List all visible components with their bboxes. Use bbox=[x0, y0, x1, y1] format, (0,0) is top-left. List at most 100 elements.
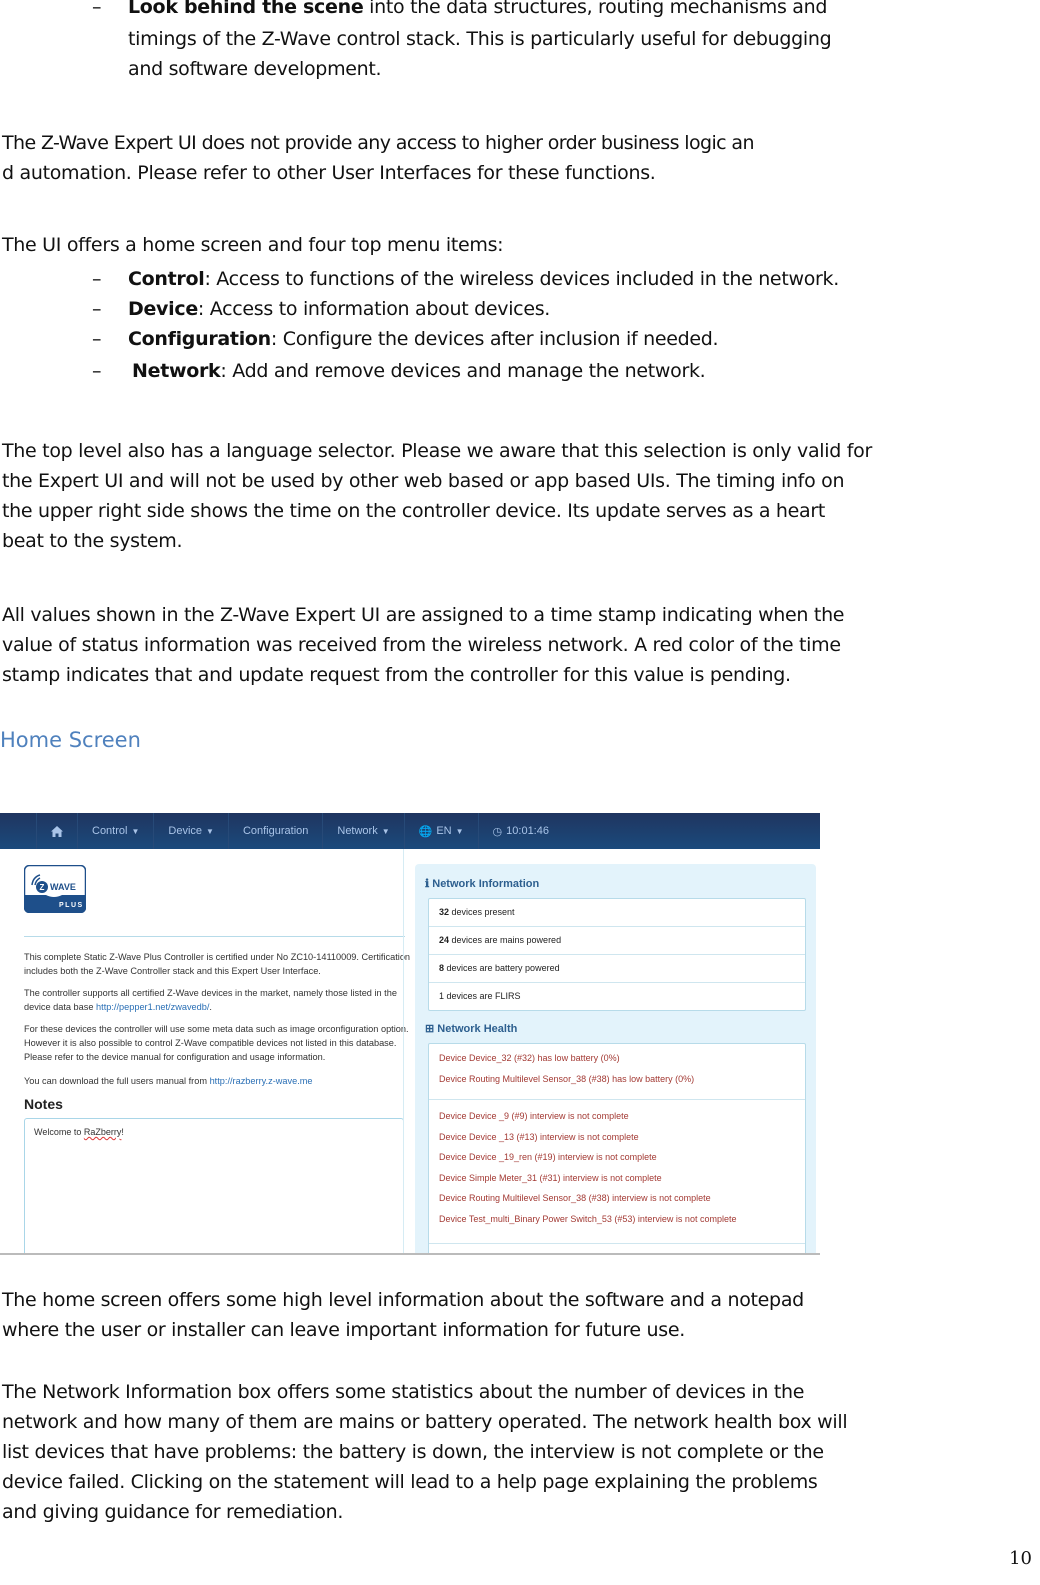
paragraph-line: stamp indicates that and update request … bbox=[2, 664, 791, 686]
paragraph-line: device failed. Clicking on the statement… bbox=[2, 1471, 818, 1493]
count: 24 bbox=[439, 935, 450, 945]
bullet-look-behind: Look behind the scene into the data stru… bbox=[128, 0, 827, 22]
text: : Add and remove devices and manage the … bbox=[220, 360, 706, 382]
page-number: 10 bbox=[1009, 1548, 1032, 1569]
certification-text: This complete Static Z-Wave Plus Control… bbox=[24, 952, 411, 976]
paragraph-line: beat to the system. bbox=[2, 530, 183, 552]
bold-term: Configuration bbox=[128, 328, 271, 350]
misspelled-word: RaZberry bbox=[83, 1127, 122, 1137]
nav-label: Control bbox=[92, 825, 128, 837]
list-item[interactable]: 32 devices present bbox=[429, 899, 805, 927]
health-item[interactable]: Device Simple Meter_31 (#31) interview i… bbox=[429, 1168, 805, 1189]
nav-label: Network bbox=[337, 825, 378, 837]
heading-text: Network Information bbox=[432, 878, 540, 890]
paragraph-line: the Expert UI and will not be used by ot… bbox=[2, 470, 845, 492]
bullet-dash: – bbox=[92, 268, 102, 290]
svg-text:PLUS: PLUS bbox=[59, 902, 84, 909]
paragraph-line: and giving guidance for remediation. bbox=[2, 1501, 344, 1523]
zwavedb-link[interactable]: http://pepper1.net/zwavedb/ bbox=[96, 1002, 209, 1012]
manual-link[interactable]: http://razberry.z-wave.me bbox=[210, 1076, 313, 1086]
network-health-heading[interactable]: ⊞ Network Health bbox=[425, 1022, 517, 1035]
notes-textarea[interactable]: Welcome to RaZberry! bbox=[24, 1118, 404, 1253]
bold-term: Network bbox=[132, 360, 221, 382]
nav-device[interactable]: Device ▼ bbox=[154, 813, 229, 849]
text: : Configure the devices after inclusion … bbox=[270, 328, 719, 350]
list-item[interactable]: 1 devices are FLIRS bbox=[429, 983, 805, 1010]
text: : Access to functions of the wireless de… bbox=[204, 268, 839, 290]
health-item[interactable]: Device Device _9 (#9) interview is not c… bbox=[429, 1106, 805, 1127]
text: devices present bbox=[449, 907, 515, 917]
manual-text: You can download the full users manual f… bbox=[24, 1074, 414, 1088]
bullet-line: and software development. bbox=[128, 58, 382, 80]
paragraph-line: All values shown in the Z-Wave Expert UI… bbox=[2, 604, 845, 626]
text: You can download the full users manual f… bbox=[24, 1076, 210, 1086]
svg-text:Z: Z bbox=[40, 883, 45, 892]
health-item[interactable]: Device Device_32 (#32) has low battery (… bbox=[429, 1048, 805, 1069]
bullet-line: timings of the Z-Wave control stack. Thi… bbox=[128, 28, 832, 50]
bullet-control: Control: Access to functions of the wire… bbox=[128, 264, 839, 294]
list-item[interactable]: 8 devices are battery powered bbox=[429, 955, 805, 983]
text: into the data structures, routing mechan… bbox=[363, 0, 828, 18]
home-icon bbox=[51, 825, 63, 837]
nav-label: EN bbox=[436, 825, 452, 837]
text: ! bbox=[121, 1127, 124, 1137]
divider bbox=[429, 1229, 805, 1244]
health-item[interactable]: Device Device _19_ren (#19) interview is… bbox=[429, 1147, 805, 1168]
bullet-device: Device: Access to information about devi… bbox=[128, 294, 550, 324]
paragraph-line: The top level also has a language select… bbox=[2, 440, 872, 462]
bullet-network: Network: Add and remove devices and mana… bbox=[132, 356, 706, 386]
notes-heading: Notes bbox=[24, 1096, 63, 1112]
network-information-heading: ℹ Network Information bbox=[425, 877, 539, 890]
nav-configuration[interactable]: Configuration bbox=[229, 813, 324, 849]
nav-home[interactable] bbox=[36, 813, 78, 849]
health-item[interactable]: Device Device _13 (#13) interview is not… bbox=[429, 1127, 805, 1148]
list-item[interactable]: 24 devices are mains powered bbox=[429, 927, 805, 955]
empty-row bbox=[429, 1250, 805, 1253]
paragraph-line: list devices that have problems: the bat… bbox=[2, 1441, 824, 1463]
network-health-list: Device Device_32 (#32) has low battery (… bbox=[428, 1043, 806, 1253]
text: devices are mains powered bbox=[449, 935, 562, 945]
text: . bbox=[209, 1002, 212, 1012]
text: devices are battery powered bbox=[444, 963, 560, 973]
supported-devices-text: The controller supports all certified Z-… bbox=[24, 986, 414, 1014]
paragraph-line: network and how many of them are mains o… bbox=[2, 1411, 848, 1433]
divider bbox=[429, 1089, 805, 1100]
bullet-dash: – bbox=[92, 328, 102, 350]
zwave-plus-logo: Z WAVE PLUS bbox=[24, 865, 86, 913]
bullet-dash: – bbox=[92, 0, 102, 18]
health-item[interactable]: Device Routing Multilevel Sensor_38 (#38… bbox=[429, 1188, 805, 1209]
info-panel: ℹ Network Information 32 devices present… bbox=[415, 864, 816, 1253]
paragraph-line: the upper right side shows the time on t… bbox=[2, 500, 826, 522]
bold-term: Device bbox=[128, 298, 198, 320]
caret-down-icon: ▼ bbox=[131, 826, 140, 836]
caret-down-icon: ▼ bbox=[206, 826, 214, 836]
nav-label: Device bbox=[168, 825, 203, 837]
text: : Access to information about devices. bbox=[197, 298, 551, 320]
caret-down-icon: ▼ bbox=[455, 826, 464, 836]
nav-control[interactable]: Control ▼ bbox=[78, 813, 155, 849]
network-information-list: 32 devices present 24 devices are mains … bbox=[428, 898, 806, 1011]
clock-icon: ◷ bbox=[492, 825, 503, 838]
globe-icon: 🌐 bbox=[418, 825, 433, 838]
nav-label: Configuration bbox=[242, 825, 309, 837]
controller-time: 10:01:46 bbox=[506, 825, 549, 837]
paragraph-line: The UI offers a home screen and four top… bbox=[2, 234, 504, 256]
health-item[interactable]: Device Test_multi_Binary Power Switch_53… bbox=[429, 1209, 805, 1230]
column-divider bbox=[403, 849, 404, 1253]
caret-down-icon: ▼ bbox=[381, 826, 390, 836]
count: 32 bbox=[439, 907, 450, 917]
text: Welcome to bbox=[34, 1127, 84, 1137]
paragraph-line: The home screen offers some high level i… bbox=[2, 1289, 804, 1311]
paragraph-line: The Z-Wave Expert UI does not provide an… bbox=[2, 132, 755, 154]
nav-language[interactable]: 🌐 EN ▼ bbox=[405, 813, 479, 849]
home-screen-screenshot: Control ▼ Device ▼ Configuration Network ▼ … bbox=[0, 813, 820, 1255]
paragraph-line: d automation. Please refer to other User… bbox=[2, 162, 656, 184]
nav-clock: ◷ 10:01:46 bbox=[479, 813, 563, 849]
info-icon: ℹ bbox=[425, 878, 430, 890]
health-item[interactable]: Device Routing Multilevel Sensor_38 (#38… bbox=[429, 1069, 805, 1090]
nav-network[interactable]: Network ▼ bbox=[323, 813, 405, 849]
plus-square-icon: ⊞ bbox=[425, 1023, 435, 1035]
bold-term: Control bbox=[128, 268, 205, 290]
heading-text: Network Health bbox=[437, 1023, 518, 1035]
section-heading: Home Screen bbox=[0, 728, 141, 752]
